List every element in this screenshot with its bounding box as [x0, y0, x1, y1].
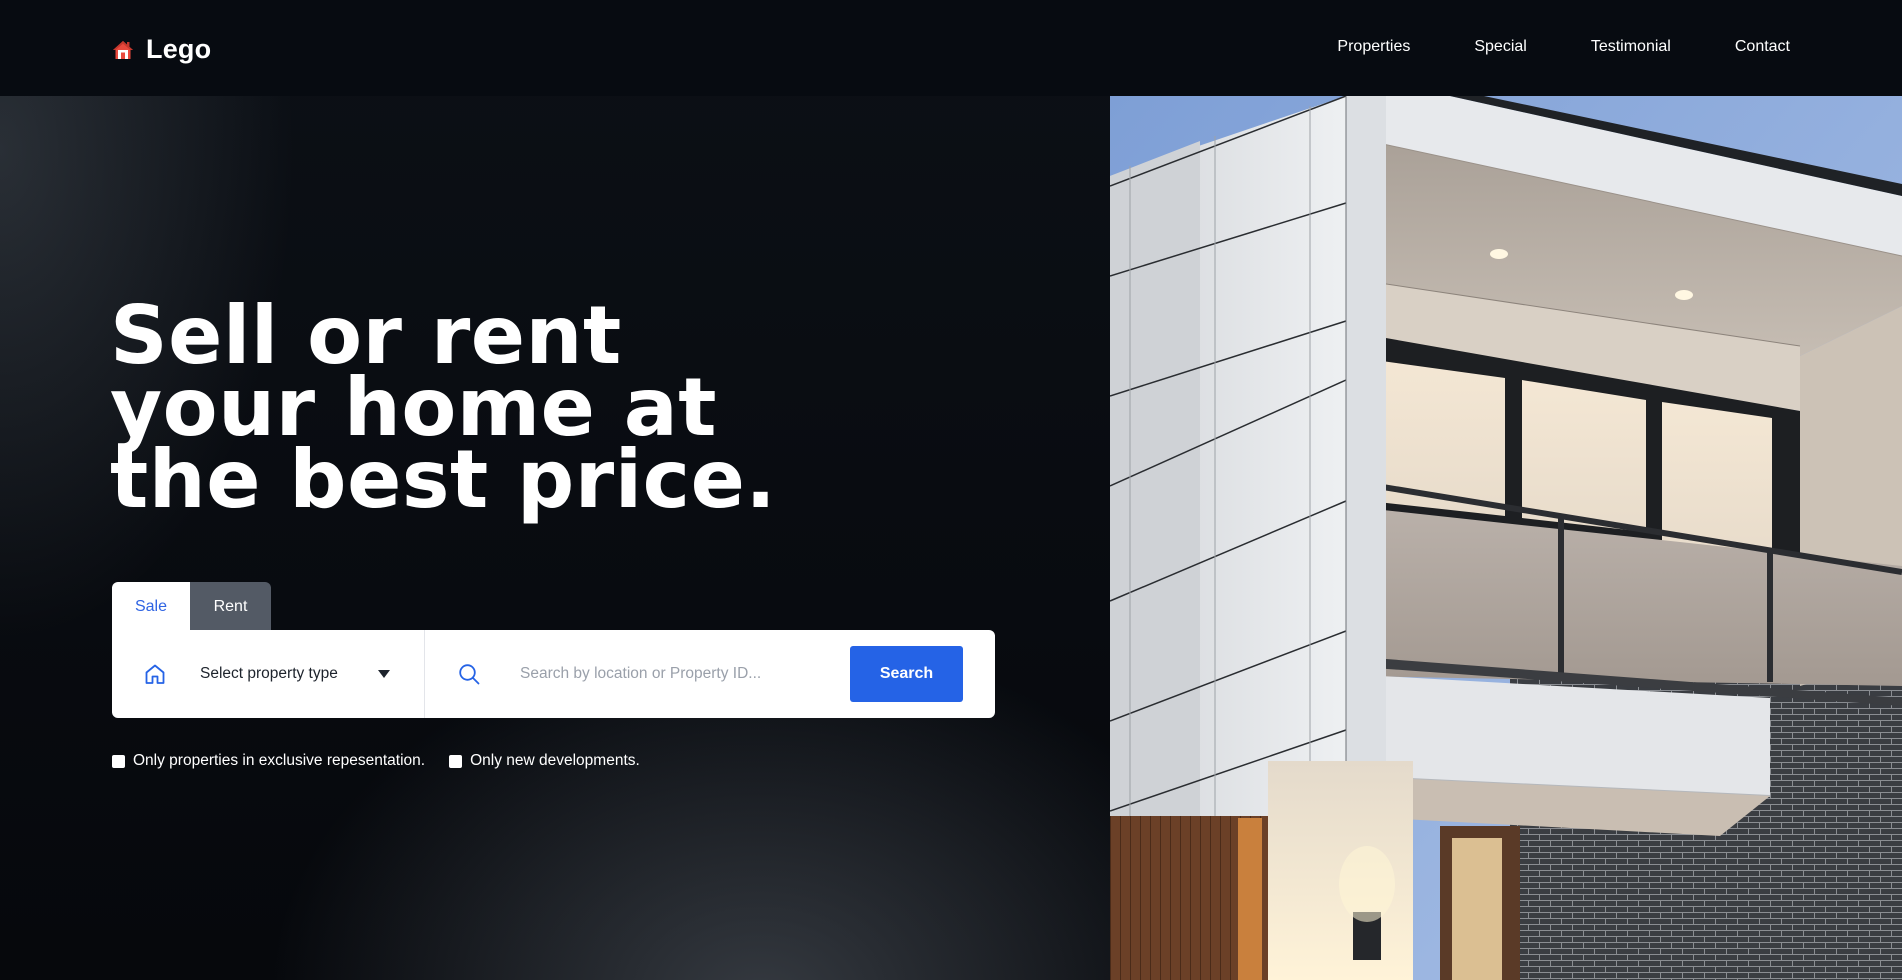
- search-button[interactable]: Search: [850, 646, 963, 702]
- nav-contact[interactable]: Contact: [1735, 38, 1790, 56]
- hero-headline: Sell or rent your home at the best price…: [110, 296, 810, 526]
- nav-testimonial[interactable]: Testimonial: [1591, 38, 1671, 56]
- chevron-down-icon[interactable]: [378, 670, 390, 678]
- hero-house-photo: [1110, 96, 1902, 980]
- home-icon: [145, 664, 165, 684]
- nav-properties[interactable]: Properties: [1337, 38, 1410, 56]
- nav-special[interactable]: Special: [1474, 38, 1526, 56]
- filter-options: Only properties in exclusive repesentati…: [112, 752, 640, 770]
- property-type-label: Select property type: [200, 665, 338, 682]
- house-icon: [113, 40, 133, 59]
- search-icon: [459, 664, 480, 685]
- modern-house-illustration: [1110, 96, 1902, 980]
- search-box: Select property type Search: [112, 630, 995, 718]
- tab-rent[interactable]: Rent: [190, 582, 271, 631]
- main-nav: Properties Special Testimonial Contact: [1337, 38, 1790, 56]
- search-input[interactable]: [520, 652, 850, 696]
- site-header: Lego Properties Special Testimonial Cont…: [0, 0, 1902, 96]
- filter-exclusive[interactable]: Only properties in exclusive repesentati…: [112, 752, 425, 770]
- tab-sale[interactable]: Sale: [112, 582, 190, 631]
- exclusive-label: Only properties in exclusive repesentati…: [133, 752, 426, 769]
- filter-new-developments[interactable]: Only new developments.: [449, 752, 640, 770]
- headline-line-3: the best price.: [110, 433, 777, 526]
- logo[interactable]: Lego: [112, 34, 211, 65]
- logo-text: Lego: [146, 34, 212, 64]
- search-tabs: Sale Rent: [112, 582, 271, 631]
- new-developments-label: Only new developments.: [470, 752, 640, 769]
- property-type-select[interactable]: Select property type: [112, 630, 425, 718]
- new-developments-checkbox[interactable]: [449, 754, 463, 768]
- exclusive-checkbox[interactable]: [112, 754, 125, 768]
